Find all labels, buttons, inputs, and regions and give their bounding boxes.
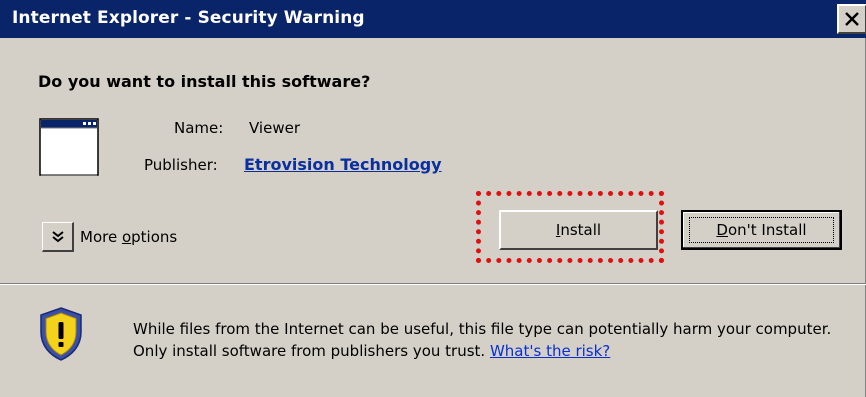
publisher-link[interactable]: Etrovision Technology [244,155,442,174]
name-value: Viewer [249,119,300,137]
application-window-icon [39,118,99,176]
install-button[interactable]: Install [499,210,658,250]
title-bar[interactable]: Internet Explorer - Security Warning [0,0,866,38]
chevron-down-icon [52,231,64,243]
window-title: Internet Explorer - Security Warning [12,8,365,28]
close-icon [845,12,859,26]
more-options[interactable]: More options [42,222,212,252]
whats-the-risk-link[interactable]: What's the risk? [490,342,610,360]
dont-install-button[interactable]: Don't Install [681,210,842,250]
install-question: Do you want to install this software? [38,72,371,91]
name-label: Name: [174,119,224,137]
more-options-button[interactable] [42,222,74,252]
close-button[interactable] [837,4,866,34]
publisher-label: Publisher: [144,156,218,174]
more-options-label[interactable]: More options [80,228,177,246]
warning-message: While files from the Internet can be use… [133,320,832,360]
security-warning-dialog: Internet Explorer - Security Warning Do … [0,0,866,397]
warning-shield-icon [40,307,82,361]
focus-rectangle [689,217,834,243]
separator-highlight [0,284,866,285]
